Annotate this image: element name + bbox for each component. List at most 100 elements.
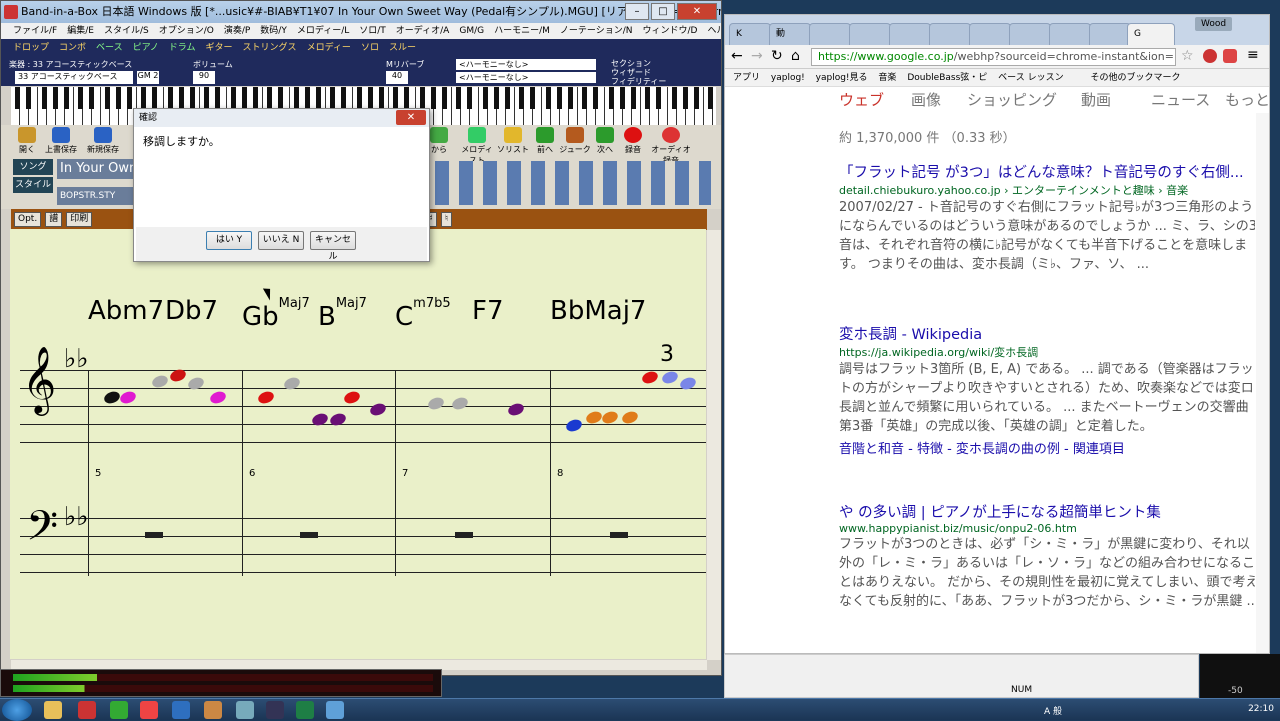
app-taskbar-icon[interactable] (236, 701, 254, 719)
track-thru[interactable]: スルー (389, 39, 416, 58)
app-taskbar-icon[interactable] (110, 701, 128, 719)
profile-badge[interactable]: Wood (1195, 17, 1233, 31)
save-as-button[interactable]: 新規保存 (85, 127, 121, 159)
track-melody[interactable]: メロディー (307, 39, 351, 58)
secondary-toolbar-icons[interactable] (431, 161, 711, 205)
soloist-button[interactable]: ソリスト (495, 127, 531, 159)
menu-solo[interactable]: ソロ/T (359, 23, 386, 39)
bookmark-other[interactable]: その他のブックマーク (1090, 73, 1180, 83)
song-title-field[interactable]: In Your Own (57, 159, 135, 179)
track-guitar[interactable]: ギター (206, 39, 233, 58)
browser-tab[interactable] (889, 23, 931, 45)
maximize-button[interactable]: □ (651, 3, 675, 20)
tab-images[interactable]: 画像 (911, 89, 941, 110)
menu-harmony[interactable]: ハーモニー/M (494, 23, 550, 39)
opt-button[interactable]: Opt. (14, 212, 42, 227)
browser-tab[interactable] (969, 23, 1011, 45)
star-icon[interactable]: ☆ (1181, 48, 1194, 64)
volume-field[interactable]: 90 (193, 71, 215, 84)
start-button[interactable] (2, 699, 32, 721)
audio-record-button[interactable]: オーディオ録音 (649, 127, 693, 165)
menu-icon[interactable]: ≡ (1247, 47, 1259, 63)
app-taskbar-icon[interactable] (266, 701, 284, 719)
instrument-select[interactable]: 33 アコースティックベース (15, 71, 133, 84)
result-title[interactable]: 「フラット記号 が3つ」はどんな意味？ト音記号のすぐ右側... (839, 161, 1255, 182)
notation-button[interactable]: 譜 (45, 212, 63, 227)
reverb-field[interactable]: 40 (386, 71, 408, 84)
track-piano[interactable]: ピアノ (133, 39, 159, 58)
record-button[interactable]: 録音 (615, 127, 651, 159)
clock[interactable]: 22:10 (1248, 704, 1274, 714)
bookmark-yaplog-view[interactable]: yaplog!見る (816, 73, 868, 83)
track-bass[interactable]: ベース (96, 39, 123, 58)
style-file-field[interactable]: BOPSTR.STY (57, 187, 135, 205)
result-title[interactable]: 変ホ長調 - Wikipedia (839, 323, 1255, 344)
browser-tab[interactable]: K (729, 23, 771, 45)
track-strings[interactable]: ストリングス (243, 39, 297, 58)
browser-tab-active[interactable]: G (1127, 23, 1175, 45)
browser-tab[interactable] (1009, 23, 1051, 45)
dialog-close-button[interactable]: ✕ (396, 110, 426, 125)
app-taskbar-icon[interactable] (326, 701, 344, 719)
score-vertical-scrollbar[interactable] (707, 230, 721, 660)
menu-play[interactable]: 演奏/P (224, 23, 250, 39)
track-drums[interactable]: ドラム (169, 39, 196, 58)
tab-videos[interactable]: 動画 (1081, 89, 1111, 110)
track-solo[interactable]: ソロ (361, 39, 379, 58)
chrome-vertical-scrollbar[interactable] (1256, 113, 1269, 653)
browser-tab[interactable] (809, 23, 851, 45)
address-bar[interactable]: https://www.google.co.jp/webhp?sourceid=… (811, 48, 1176, 66)
menu-audio[interactable]: オーディオ/A (396, 23, 450, 39)
menu-gm[interactable]: GM/G (459, 23, 484, 39)
back-icon[interactable]: ← (731, 48, 743, 64)
result-title[interactable]: や の多い調 | ピアノが上手になる超簡単ヒント集 (839, 501, 1255, 522)
track-drop[interactable]: ドロップ (13, 39, 49, 58)
tab-shopping[interactable]: ショッピング (967, 89, 1057, 110)
ie-taskbar-icon[interactable] (172, 701, 190, 719)
menu-file[interactable]: ファイル/F (13, 23, 57, 39)
browser-tab[interactable] (849, 23, 891, 45)
result-sitelinks[interactable]: 音階と和音 - 特徴 - 変ホ長調の曲の例 - 関連項目 (839, 438, 1255, 457)
bookmark-yaplog[interactable]: yaplog! (771, 73, 805, 83)
track-combo[interactable]: コンボ (59, 39, 86, 58)
natural-button[interactable]: ♮ (440, 212, 453, 227)
bookmark-apps[interactable]: アプリ (733, 73, 760, 83)
bookmark-music[interactable]: 音楽 (878, 73, 896, 83)
cancel-button[interactable]: キャンセル (310, 231, 356, 262)
minimize-button[interactable]: – (625, 3, 649, 20)
melodist-button[interactable]: メロディスト (459, 127, 495, 165)
close-button[interactable]: ✕ (677, 3, 717, 20)
menu-notation[interactable]: ノーテーション/N (560, 23, 633, 39)
print-button[interactable]: 印刷 (66, 212, 93, 227)
chrome-taskbar-icon[interactable] (140, 701, 158, 719)
forward-icon[interactable]: → (751, 48, 763, 64)
option-fidelity[interactable]: フィデリティー (611, 76, 666, 87)
harmony-select-2[interactable]: <ハーモニーなし> (456, 72, 596, 83)
menu-options[interactable]: オプション/O (159, 23, 214, 39)
home-icon[interactable]: ⌂ (791, 48, 800, 64)
browser-tab[interactable] (929, 23, 971, 45)
menu-melody[interactable]: メロディー/L (297, 23, 349, 39)
explorer-icon[interactable] (44, 701, 62, 719)
save-button[interactable]: 上書保存 (43, 127, 79, 159)
ime-indicator[interactable]: A 般 (1044, 704, 1062, 717)
menu-edit[interactable]: 編集/E (67, 23, 94, 39)
browser-tab[interactable] (1089, 23, 1131, 45)
reload-icon[interactable]: ↻ (771, 48, 783, 64)
browser-tab[interactable] (1049, 23, 1091, 45)
tab-more[interactable]: もっと (1225, 89, 1270, 110)
tab-web[interactable]: ウェブ (839, 89, 884, 110)
bookmark-doublebass[interactable]: DoubleBass弦・ピ (907, 73, 987, 83)
harmony-select-1[interactable]: <ハーモニーなし> (456, 59, 596, 70)
extension-icon[interactable] (1203, 49, 1217, 63)
notation-window[interactable] (10, 229, 706, 659)
excel-taskbar-icon[interactable] (296, 701, 314, 719)
tab-news[interactable]: ニュース (1151, 89, 1210, 110)
menu-window[interactable]: ウィンドウ/D (643, 23, 698, 39)
biab-taskbar-icon[interactable] (78, 701, 96, 719)
bookmark-bass-lesson[interactable]: ベース レッスン (998, 73, 1063, 83)
adblock-icon[interactable] (1223, 49, 1237, 63)
yes-button[interactable]: はい Y (206, 231, 252, 250)
gm-select[interactable]: GM 2 (137, 71, 159, 84)
menu-style[interactable]: スタイル/S (104, 23, 149, 39)
